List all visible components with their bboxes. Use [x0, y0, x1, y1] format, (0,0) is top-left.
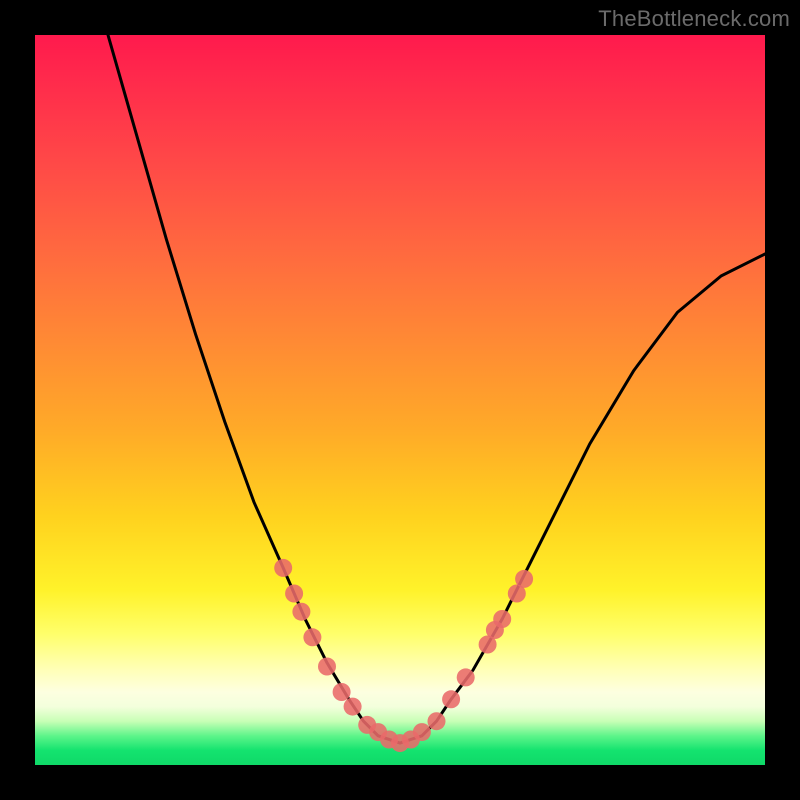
data-markers: [274, 559, 533, 752]
data-marker: [442, 690, 460, 708]
chart-svg: [35, 35, 765, 765]
bottleneck-curve: [108, 35, 765, 743]
data-marker: [428, 712, 446, 730]
data-marker: [292, 603, 310, 621]
data-marker: [493, 610, 511, 628]
data-marker: [515, 570, 533, 588]
data-marker: [413, 723, 431, 741]
chart-frame: TheBottleneck.com: [0, 0, 800, 800]
data-marker: [285, 585, 303, 603]
data-marker: [457, 668, 475, 686]
data-marker: [318, 658, 336, 676]
plot-area: [35, 35, 765, 765]
data-marker: [303, 628, 321, 646]
data-marker: [344, 698, 362, 716]
watermark-text: TheBottleneck.com: [598, 6, 790, 32]
data-marker: [333, 683, 351, 701]
data-marker: [274, 559, 292, 577]
